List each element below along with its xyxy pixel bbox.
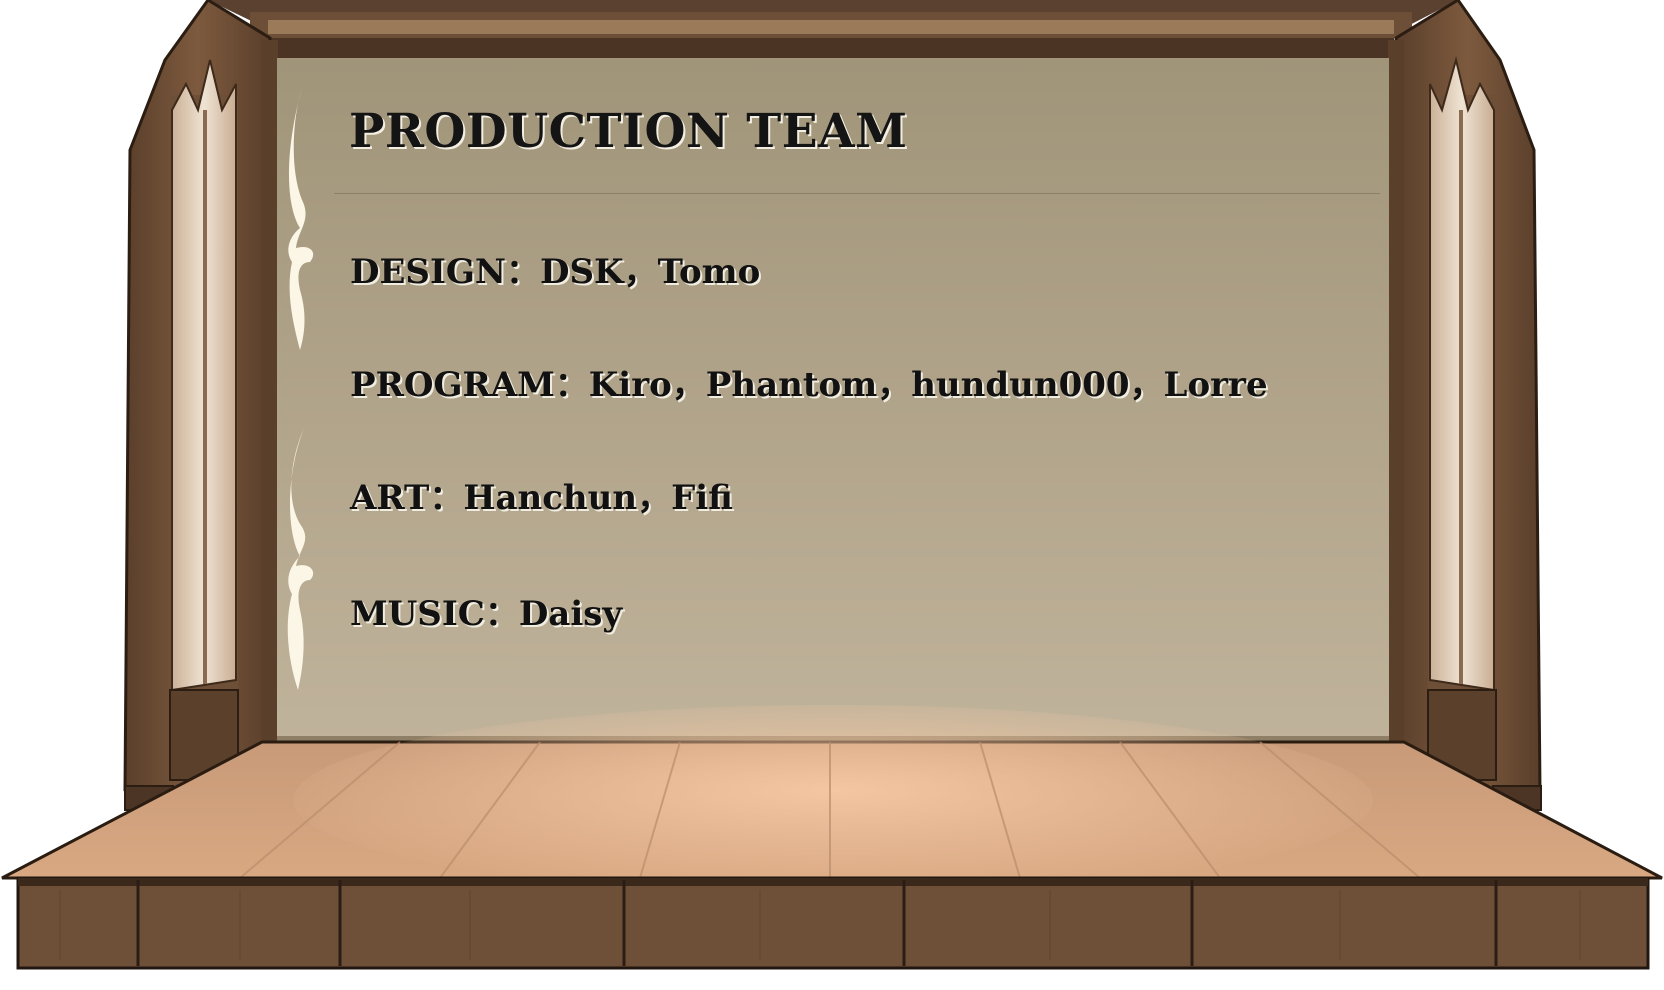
credit-names: DSK，Tomo [539, 252, 761, 292]
credit-separator: ： [429, 478, 464, 518]
credit-label: MUSIC [350, 594, 485, 634]
stage-scene: PRODUCTION TEAM DESIGN：DSK，Tomo PROGRAM：… [0, 0, 1664, 990]
credit-row-music: MUSIC：Daisy [350, 586, 622, 635]
credit-separator: ： [554, 365, 589, 405]
credit-label: ART [350, 478, 430, 518]
credit-names: Hanchun，Fifi [463, 478, 733, 518]
credit-label: DESIGN [350, 252, 506, 292]
credit-separator: ： [484, 594, 519, 634]
credit-names: Kiro，Phantom，hundun000，Lorre [588, 365, 1268, 405]
credit-label: PROGRAM [350, 365, 555, 405]
credit-row-program: PROGRAM：Kiro，Phantom，hundun000，Lorre [350, 357, 1268, 406]
title-divider [334, 193, 1380, 194]
credit-separator: ： [505, 252, 540, 292]
stage-apron [16, 876, 1650, 970]
credit-row-design: DESIGN：DSK，Tomo [350, 244, 760, 293]
credits-title: PRODUCTION TEAM [349, 104, 908, 159]
credit-row-art: ART：Hanchun，Fifi [350, 470, 733, 519]
credit-names: Daisy [518, 594, 623, 634]
